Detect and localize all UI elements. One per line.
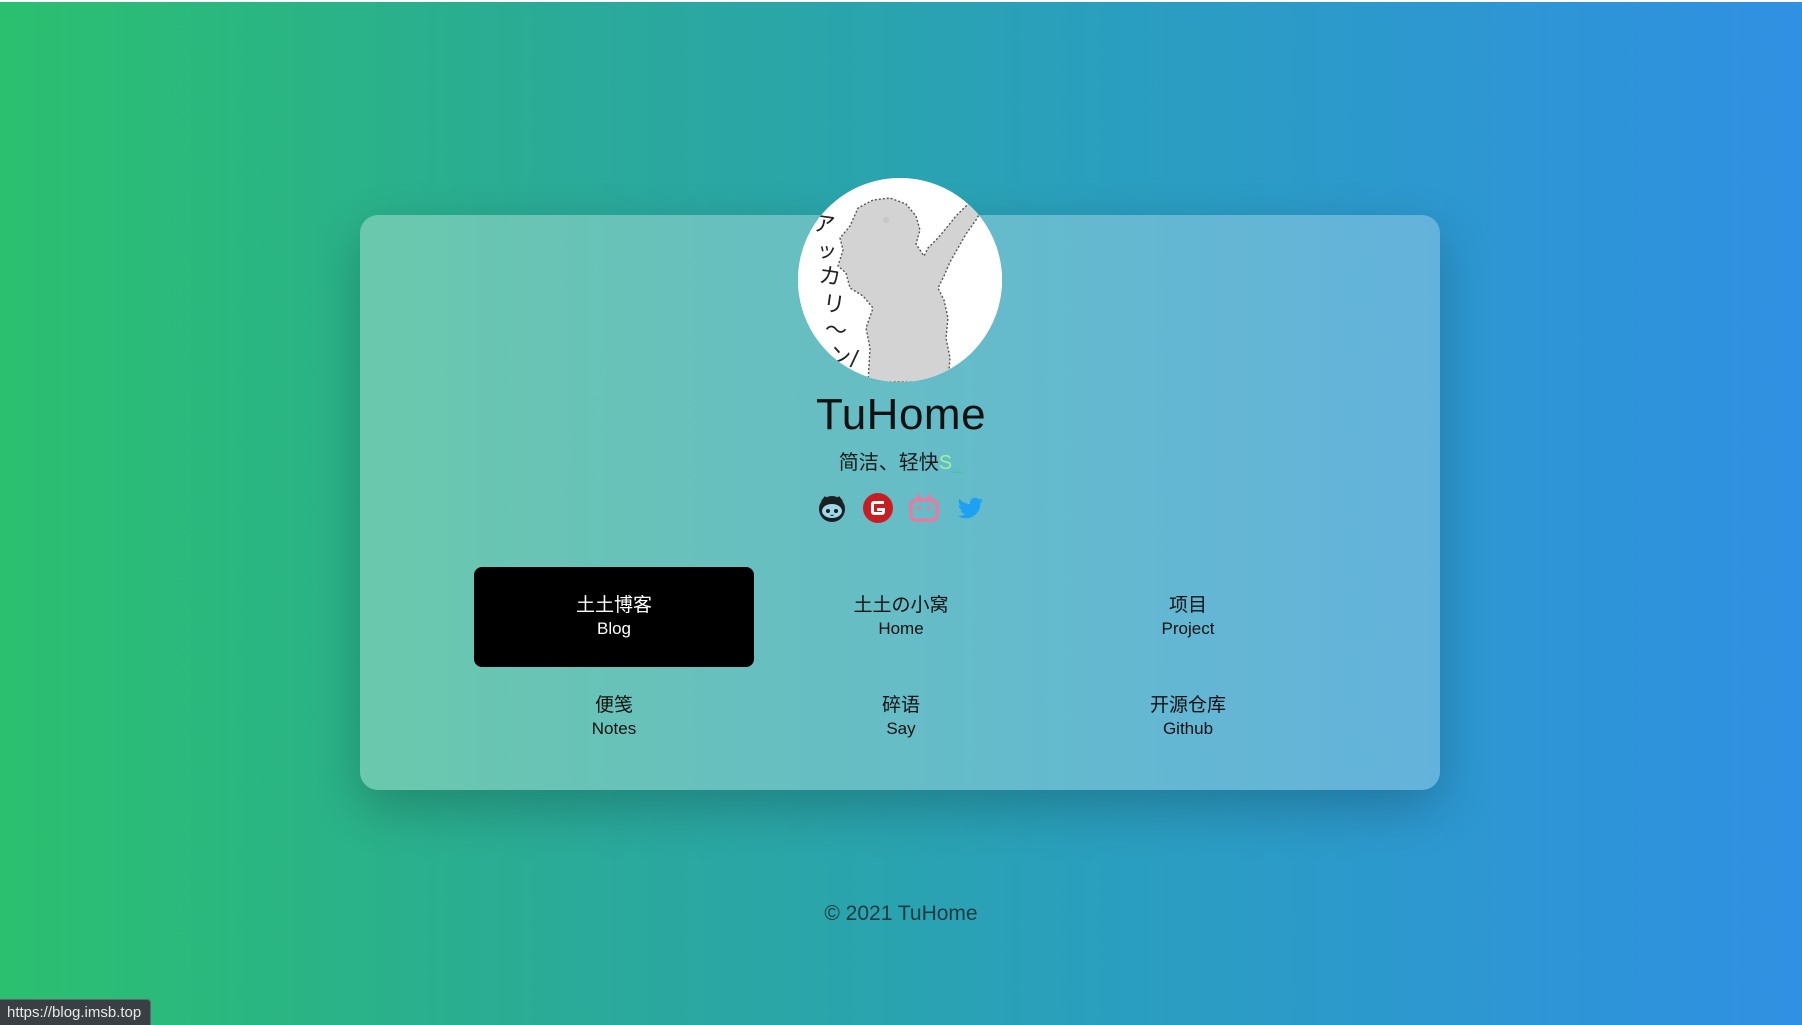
twitter-icon <box>957 497 983 519</box>
svg-text:ッ: ッ <box>815 237 838 264</box>
nav-blog[interactable]: 土土博客 Blog <box>474 567 754 667</box>
avatar-silhouette-image: ア ッ カ リ 〜 ン/ <box>798 178 1002 382</box>
svg-text:リ: リ <box>821 291 846 319</box>
typing-char: S <box>938 452 953 474</box>
nav-project-zh: 项目 <box>1168 595 1207 616</box>
site-title: TuHome <box>815 390 987 439</box>
status-bar-url: https://blog.imsb.top <box>0 999 152 1025</box>
nav-github-zh: 开源仓库 <box>1149 695 1226 716</box>
nav-home-zh: 土土の小窝 <box>853 595 949 616</box>
github-icon <box>819 496 845 522</box>
nav-home[interactable]: 土土の小窝 Home <box>761 567 1041 667</box>
gitee-icon <box>863 493 893 523</box>
top-border <box>0 0 1802 2</box>
svg-text:〜: 〜 <box>823 317 848 345</box>
nav-say-en: Say <box>886 719 916 738</box>
bilibili-link[interactable] <box>908 492 940 524</box>
typing-cursor: _ <box>952 452 964 474</box>
nav-notes-zh: 便笺 <box>594 695 633 716</box>
nav-say[interactable]: 碎语 Say <box>761 667 1041 767</box>
gitee-link[interactable] <box>862 492 894 524</box>
nav-project[interactable]: 项目 Project <box>1048 567 1328 667</box>
svg-text:カ: カ <box>817 263 842 291</box>
site-subtitle: 简洁、轻快S_ <box>0 446 1802 475</box>
nav-blog-en: Blog <box>596 619 632 638</box>
footer-copyright: © 2021 TuHome <box>824 902 978 925</box>
bilibili-icon <box>909 493 939 522</box>
avatar[interactable]: ア ッ カ リ 〜 ン/ <box>798 178 1002 382</box>
github-link[interactable] <box>816 492 848 524</box>
social-links <box>0 492 1802 524</box>
nav-github[interactable]: 开源仓库 Github <box>1048 667 1328 767</box>
nav-blog-zh: 土土博客 <box>575 595 652 616</box>
nav-home-en: Home <box>878 619 924 638</box>
nav-project-en: Project <box>1161 619 1215 638</box>
subtitle-text: 简洁、轻快 <box>838 452 939 474</box>
nav-notes-en: Notes <box>591 719 637 738</box>
nav-say-zh: 碎语 <box>881 695 920 716</box>
nav-grid: 土土博客 Blog 土土の小窝 Home 项目 Project 便笺 Notes… <box>474 567 1334 767</box>
twitter-link[interactable] <box>954 492 986 524</box>
nav-notes[interactable]: 便笺 Notes <box>474 667 754 767</box>
nav-github-en: Github <box>1162 719 1214 738</box>
